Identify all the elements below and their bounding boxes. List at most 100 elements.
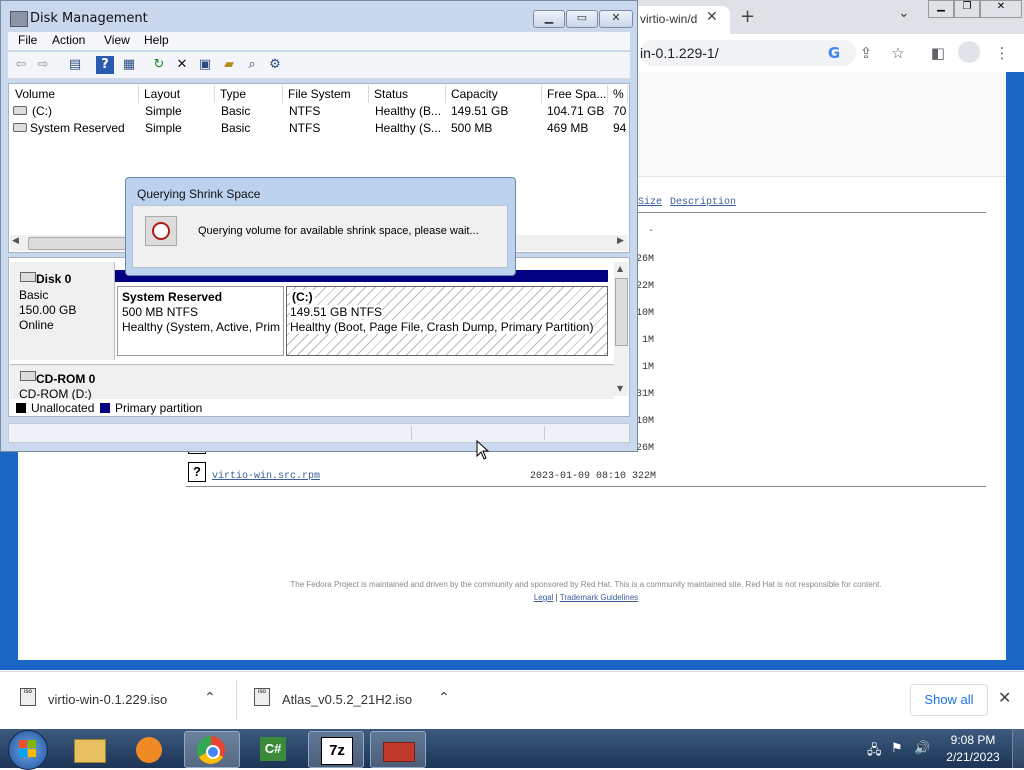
help-icon[interactable]: ? [96, 56, 114, 74]
download-item[interactable]: iso Atlas_v0.5.2_21H2.iso ⌃ [246, 680, 468, 720]
taskbar-7zip[interactable]: 7z [308, 731, 364, 768]
download-filename: Atlas_v0.5.2_21H2.iso [282, 692, 413, 707]
console-tree-icon[interactable]: ▤ [66, 56, 84, 74]
disk0-size: 150.00 GB [19, 303, 77, 317]
download-item[interactable]: iso virtio-win-0.1.229.iso ⌃ [12, 680, 234, 720]
clock-time[interactable]: 9:08 PM [940, 733, 1006, 747]
properties-grid-icon[interactable]: ▦ [120, 56, 138, 74]
scroll-right-icon[interactable]: ▶ [617, 236, 624, 246]
chevron-up-icon[interactable]: ⌃ [204, 690, 216, 706]
bookmark-star-icon[interactable]: ☆ [886, 41, 910, 65]
back-arrow-icon[interactable]: ⇦ [12, 56, 30, 74]
disk-settings-icon[interactable]: ⚙ [266, 56, 284, 74]
new-tab-button[interactable]: + [740, 6, 755, 27]
side-panel-icon[interactable]: ◧ [926, 41, 950, 65]
taskbar-chrome[interactable] [184, 731, 240, 768]
volume-row[interactable]: System Reserved Simple Basic NTFS Health… [10, 120, 628, 136]
browser-minimize-icon[interactable]: ▁ [928, 0, 954, 18]
minimize-icon[interactable]: ▁ [533, 10, 565, 28]
windows-logo-icon [28, 740, 36, 748]
open-folder-icon[interactable]: ▰ [220, 56, 238, 74]
menu-help[interactable]: Help [144, 33, 169, 47]
scroll-left-icon[interactable]: ◀ [12, 236, 19, 246]
vertical-scrollbar-thumb[interactable] [615, 278, 628, 346]
show-all-button[interactable]: Show all [910, 684, 988, 716]
close-downloads-icon[interactable]: ✕ [998, 688, 1011, 707]
taskbar-explorer[interactable] [62, 731, 116, 766]
forward-arrow-icon[interactable]: ⇨ [34, 56, 52, 74]
scroll-up-icon[interactable]: ▲ [617, 264, 623, 273]
maximize-icon[interactable]: ▭ [566, 10, 598, 28]
clock-date[interactable]: 2/21/2023 [940, 750, 1006, 764]
google-lens-icon[interactable]: G [822, 41, 846, 65]
vertical-scrollbar[interactable]: ▲ ▼ [614, 262, 628, 396]
scroll-down-icon[interactable]: ▼ [617, 384, 623, 393]
partition-size: 500 MB NTFS [122, 305, 199, 319]
column-free-space[interactable]: Free Spa... [542, 85, 608, 103]
profile-avatar-icon[interactable] [958, 41, 980, 63]
partition-c-drive[interactable]: (C:) 149.51 GB NTFS Healthy (Boot, Page … [286, 286, 608, 356]
refresh-icon[interactable]: ↻ [150, 56, 168, 74]
browser-restore-icon[interactable]: ❐ [954, 0, 980, 18]
tab-close-icon[interactable]: ✕ [706, 9, 718, 25]
legend: Unallocated Primary partition [10, 400, 614, 416]
taskbar-csharp[interactable]: C# [246, 731, 300, 766]
download-filename: virtio-win-0.1.229.iso [48, 692, 168, 707]
chevron-up-icon[interactable]: ⌃ [438, 690, 450, 706]
column-size-link[interactable]: Size [638, 197, 662, 208]
browser-close-icon[interactable]: ✕ [980, 0, 1022, 18]
search-icon[interactable]: ⌕ [243, 56, 261, 74]
chrome-menu-icon[interactable]: ⋮ [990, 41, 1014, 65]
volume-name: (C:) [32, 104, 52, 118]
menu-file[interactable]: File [18, 33, 37, 47]
column-description-link[interactable]: Description [670, 197, 736, 208]
legal-link[interactable]: Legal [534, 593, 554, 602]
column-layout[interactable]: Layout [139, 85, 215, 103]
clock-face [152, 222, 170, 240]
menu-action[interactable]: Action [52, 33, 85, 47]
partition-system-reserved[interactable]: System Reserved 500 MB NTFS Healthy (Sys… [117, 286, 284, 356]
windows-logo-icon [19, 740, 27, 748]
network-icon[interactable]: 🖧 [867, 741, 882, 763]
dialog-message: Querying volume for available shrink spa… [198, 225, 479, 237]
column-capacity[interactable]: Capacity [446, 85, 542, 103]
cdrom-name: CD-ROM 0 [36, 372, 96, 386]
share-icon[interactable]: ⇪ [854, 41, 878, 65]
page-bottom-band [18, 660, 1006, 670]
column-type[interactable]: Type [215, 85, 283, 103]
volume-row[interactable]: (C:) Simple Basic NTFS Healthy (B... 149… [10, 103, 628, 119]
status-divider [544, 426, 545, 440]
volume-type: Basic [221, 104, 251, 118]
properties-icon[interactable]: ▣ [196, 56, 214, 74]
windows-logo-icon [28, 749, 36, 757]
listing-file-link[interactable]: virtio-win.src.rpm [212, 471, 320, 482]
scrollbar-thumb[interactable] [28, 237, 130, 250]
action-center-icon[interactable]: ⚑ [891, 741, 903, 756]
taskbar-media-player[interactable] [122, 731, 176, 766]
trademark-link[interactable]: Trademark Guidelines [560, 593, 638, 602]
show-desktop-button[interactable] [1012, 729, 1024, 768]
page-footer-text: The Fedora Project is maintained and dri… [290, 580, 882, 589]
taskbar-toolbox[interactable] [370, 731, 426, 768]
csharp-icon: C# [260, 737, 286, 761]
column-volume[interactable]: Volume [10, 85, 139, 103]
cdrom-row[interactable]: CD-ROM 0 CD-ROM (D:) [10, 364, 614, 401]
partition-status: Healthy (System, Active, Prim [122, 320, 280, 334]
close-icon[interactable]: ✕ [599, 10, 633, 28]
listing-row[interactable]: ? virtio-win.src.rpm 2023-01-09 08:10 322M [186, 462, 986, 484]
disk0-state: Online [19, 318, 54, 332]
listing-size: 322M [632, 471, 657, 482]
delete-icon[interactable]: ✕ [173, 56, 191, 74]
tab-search-icon[interactable]: ⌄ [898, 5, 910, 21]
start-button[interactable] [8, 730, 48, 770]
toolbox-icon [383, 742, 415, 762]
window-title: Disk Management [30, 11, 148, 26]
disk-icon [20, 272, 36, 282]
volume-status: Healthy (S... [375, 121, 442, 135]
menu-view[interactable]: View [104, 33, 130, 47]
disk0-label-box[interactable]: Disk 0 Basic 150.00 GB Online [10, 262, 115, 360]
column-status[interactable]: Status [369, 85, 446, 103]
volume-icon[interactable]: 🔊 [914, 741, 930, 756]
column-file-system[interactable]: File System [283, 85, 369, 103]
column-percent-free[interactable]: % F [608, 85, 628, 103]
